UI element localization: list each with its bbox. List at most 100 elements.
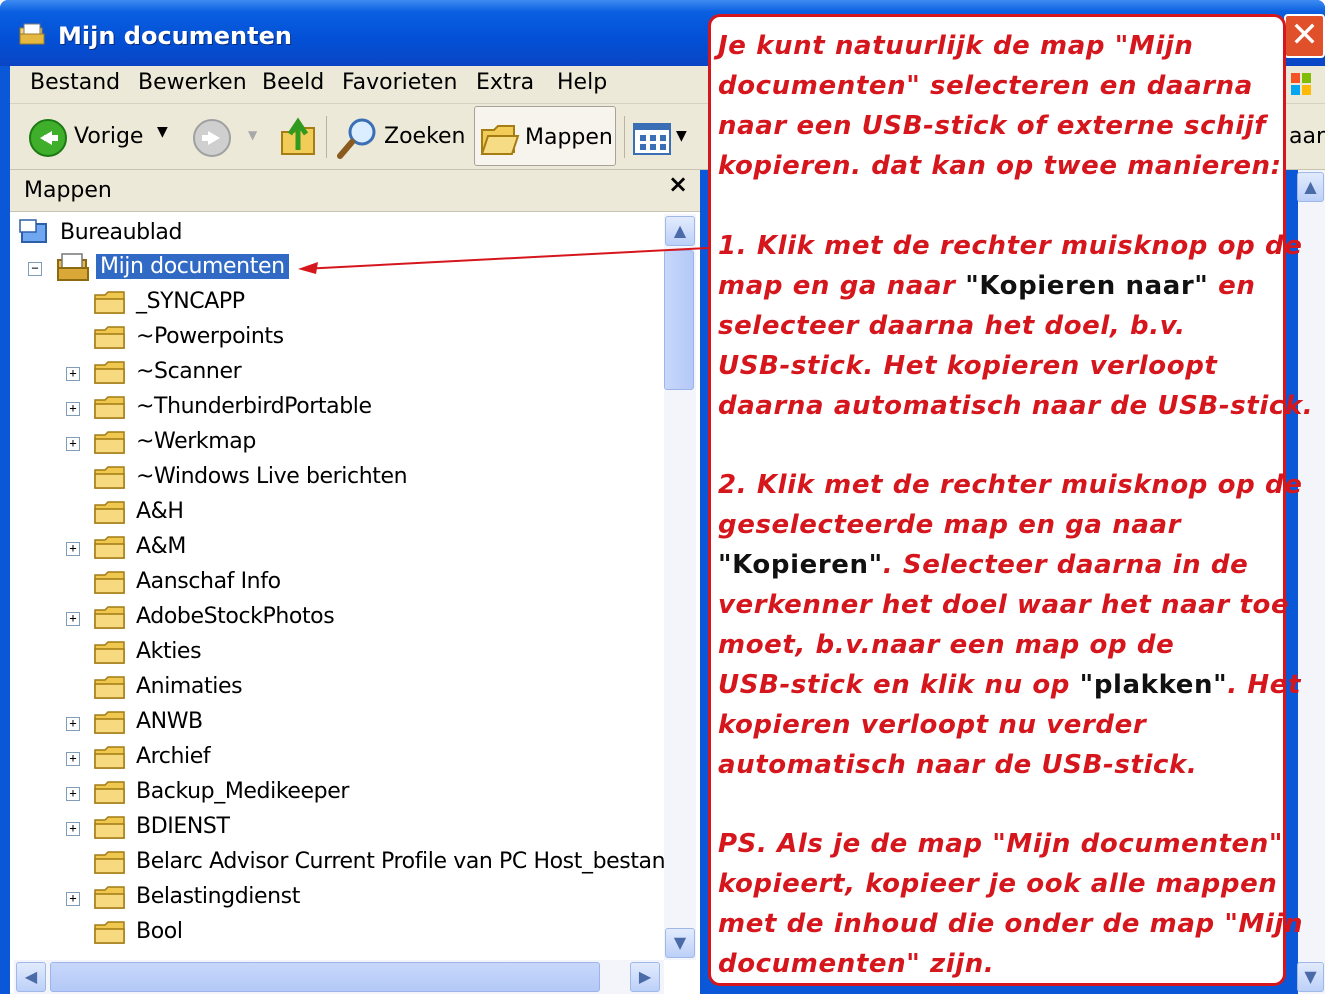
- folder-icon: [94, 676, 125, 699]
- folder-icon: [94, 536, 125, 559]
- callout-line: 2. Klik met de rechter muisknop op de: [718, 470, 1303, 500]
- folders-button[interactable]: Mappen: [525, 125, 613, 150]
- expand-icon[interactable]: +: [66, 892, 80, 906]
- folders-panel-close-button[interactable]: ×: [668, 170, 688, 198]
- tree-item-folder[interactable]: + ANWB: [66, 707, 664, 739]
- tree-label: ~ThunderbirdPortable: [136, 394, 372, 419]
- callout-line: USB-stick. Het kopieren verloopt: [718, 351, 1218, 381]
- folder-icon: [94, 501, 125, 524]
- search-button[interactable]: Zoeken: [384, 124, 466, 149]
- folder-tree: Bureaublad − Mijn documenten _SYNCAPP ~Po…: [14, 214, 664, 960]
- tree-item-folder[interactable]: Aanschaf Info: [66, 567, 664, 599]
- menu-help[interactable]: Help: [557, 70, 607, 95]
- folders-panel-title: Mappen: [24, 178, 112, 203]
- content-scroll-down-icon[interactable]: ▼: [1297, 962, 1324, 992]
- folder-icon: [94, 361, 125, 384]
- scroll-left-icon[interactable]: ◀: [16, 962, 46, 992]
- menu-bewerken[interactable]: Bewerken: [138, 70, 247, 95]
- tree-item-folder[interactable]: + Backup_Medikeeper: [66, 777, 664, 809]
- folder-icon: [94, 816, 125, 839]
- callout-line: documenten" selecteren en daarna: [718, 71, 1253, 101]
- tree-label: ~Scanner: [136, 359, 242, 384]
- scroll-down-icon[interactable]: ▼: [665, 928, 695, 958]
- tree-label: BDIENST: [136, 814, 230, 839]
- folder-icon: [94, 466, 125, 489]
- tree-label: Bureaublad: [60, 220, 183, 245]
- tree-label: Akties: [136, 639, 202, 664]
- tree-item-folder[interactable]: _SYNCAPP: [66, 287, 664, 319]
- tree-item-folder[interactable]: Belarc Advisor Current Profile van PC Ho…: [66, 847, 664, 879]
- menu-extra[interactable]: Extra: [476, 70, 534, 95]
- back-arrow-icon[interactable]: [28, 118, 68, 158]
- tree-item-folder[interactable]: Bool: [66, 917, 664, 949]
- close-button[interactable]: ✕: [1284, 14, 1325, 58]
- tree-item-folder[interactable]: ~Powerpoints: [66, 322, 664, 354]
- expand-icon[interactable]: +: [66, 542, 80, 556]
- back-button[interactable]: Vorige: [74, 124, 143, 149]
- folder-icon: [94, 851, 125, 874]
- tree-item-bureaublad[interactable]: Bureaublad: [18, 218, 318, 250]
- tree-label: Bool: [136, 919, 183, 944]
- callout-line: Je kunt natuurlijk de map "Mijn: [718, 31, 1194, 61]
- menu-bestand[interactable]: Bestand: [30, 70, 120, 95]
- tree-label: A&H: [136, 499, 184, 524]
- folder-icon: [94, 431, 125, 454]
- tree-label: ~Windows Live berichten: [136, 464, 408, 489]
- tree-label: ~Werkmap: [136, 429, 256, 454]
- callout-line: moet, b.v.naar een map op de: [718, 630, 1175, 660]
- menu-favorieten[interactable]: Favorieten: [342, 70, 457, 95]
- callout-line: 1. Klik met de rechter muisknop op de: [718, 231, 1303, 261]
- tree-label: Belarc Advisor Current Profile van PC Ho…: [136, 849, 664, 874]
- toolbar-separator: [624, 116, 625, 158]
- back-dropdown-icon[interactable]: ▼: [157, 124, 168, 140]
- callout-line: kopieren verloopt nu verder: [718, 710, 1147, 740]
- tree-horizontal-scroll-thumb[interactable]: [50, 962, 600, 992]
- callout-line: met de inhoud die onder de map "Mijn: [718, 909, 1304, 939]
- folder-icon: [94, 291, 125, 314]
- folder-icon: [94, 641, 125, 664]
- search-icon[interactable]: [336, 116, 380, 160]
- callout-line: automatisch naar de USB-stick.: [718, 750, 1198, 780]
- collapse-icon[interactable]: −: [28, 262, 42, 276]
- callout-line: daarna automatisch naar de USB-stick.: [718, 391, 1314, 421]
- tree-item-folder[interactable]: + ~Werkmap: [66, 427, 664, 459]
- tree-item-folder[interactable]: Akties: [66, 637, 664, 669]
- menu-beeld[interactable]: Beeld: [262, 70, 324, 95]
- tree-item-folder[interactable]: A&H: [66, 497, 664, 529]
- folder-icon: [94, 781, 125, 804]
- tree-item-folder[interactable]: + A&M: [66, 532, 664, 564]
- expand-icon[interactable]: +: [66, 787, 80, 801]
- expand-icon[interactable]: +: [66, 402, 80, 416]
- views-icon[interactable]: [632, 122, 672, 156]
- tree-item-folder[interactable]: + ~ThunderbirdPortable: [66, 392, 664, 424]
- up-folder-icon[interactable]: [278, 116, 318, 158]
- tree-label: Archief: [136, 744, 211, 769]
- tree-label: AdobeStockPhotos: [136, 604, 335, 629]
- forward-arrow-icon[interactable]: [192, 118, 232, 158]
- content-vertical-scrollbar[interactable]: [1298, 170, 1325, 994]
- expand-icon[interactable]: +: [66, 717, 80, 731]
- expand-icon[interactable]: +: [66, 612, 80, 626]
- tree-item-folder[interactable]: + Belastingdienst: [66, 882, 664, 914]
- tree-item-folder[interactable]: + ~Scanner: [66, 357, 664, 389]
- expand-icon[interactable]: +: [66, 752, 80, 766]
- callout-line: geselecteerde map en ga naar: [718, 510, 1182, 540]
- scroll-right-icon[interactable]: ▶: [630, 962, 660, 992]
- folders-icon[interactable]: [480, 122, 520, 158]
- callout-line: "Kopieren". Selecteer daarna in de: [718, 550, 1249, 580]
- tree-label: ~Powerpoints: [136, 324, 284, 349]
- tree-item-folder[interactable]: + AdobeStockPhotos: [66, 602, 664, 634]
- content-scroll-up-icon[interactable]: ▲: [1297, 172, 1324, 202]
- callout-line: map en ga naar "Kopieren naar" en: [718, 271, 1256, 301]
- tree-item-folder[interactable]: ~Windows Live berichten: [66, 462, 664, 494]
- folder-icon: [94, 396, 125, 419]
- views-dropdown-icon[interactable]: ▼: [676, 128, 687, 144]
- expand-icon[interactable]: +: [66, 367, 80, 381]
- tree-item-folder[interactable]: Animaties: [66, 672, 664, 704]
- my-documents-icon: [57, 253, 89, 281]
- expand-icon[interactable]: +: [66, 822, 80, 836]
- tree-item-folder[interactable]: + BDIENST: [66, 812, 664, 844]
- toolbar-separator: [326, 116, 327, 158]
- tree-item-folder[interactable]: + Archief: [66, 742, 664, 774]
- expand-icon[interactable]: +: [66, 437, 80, 451]
